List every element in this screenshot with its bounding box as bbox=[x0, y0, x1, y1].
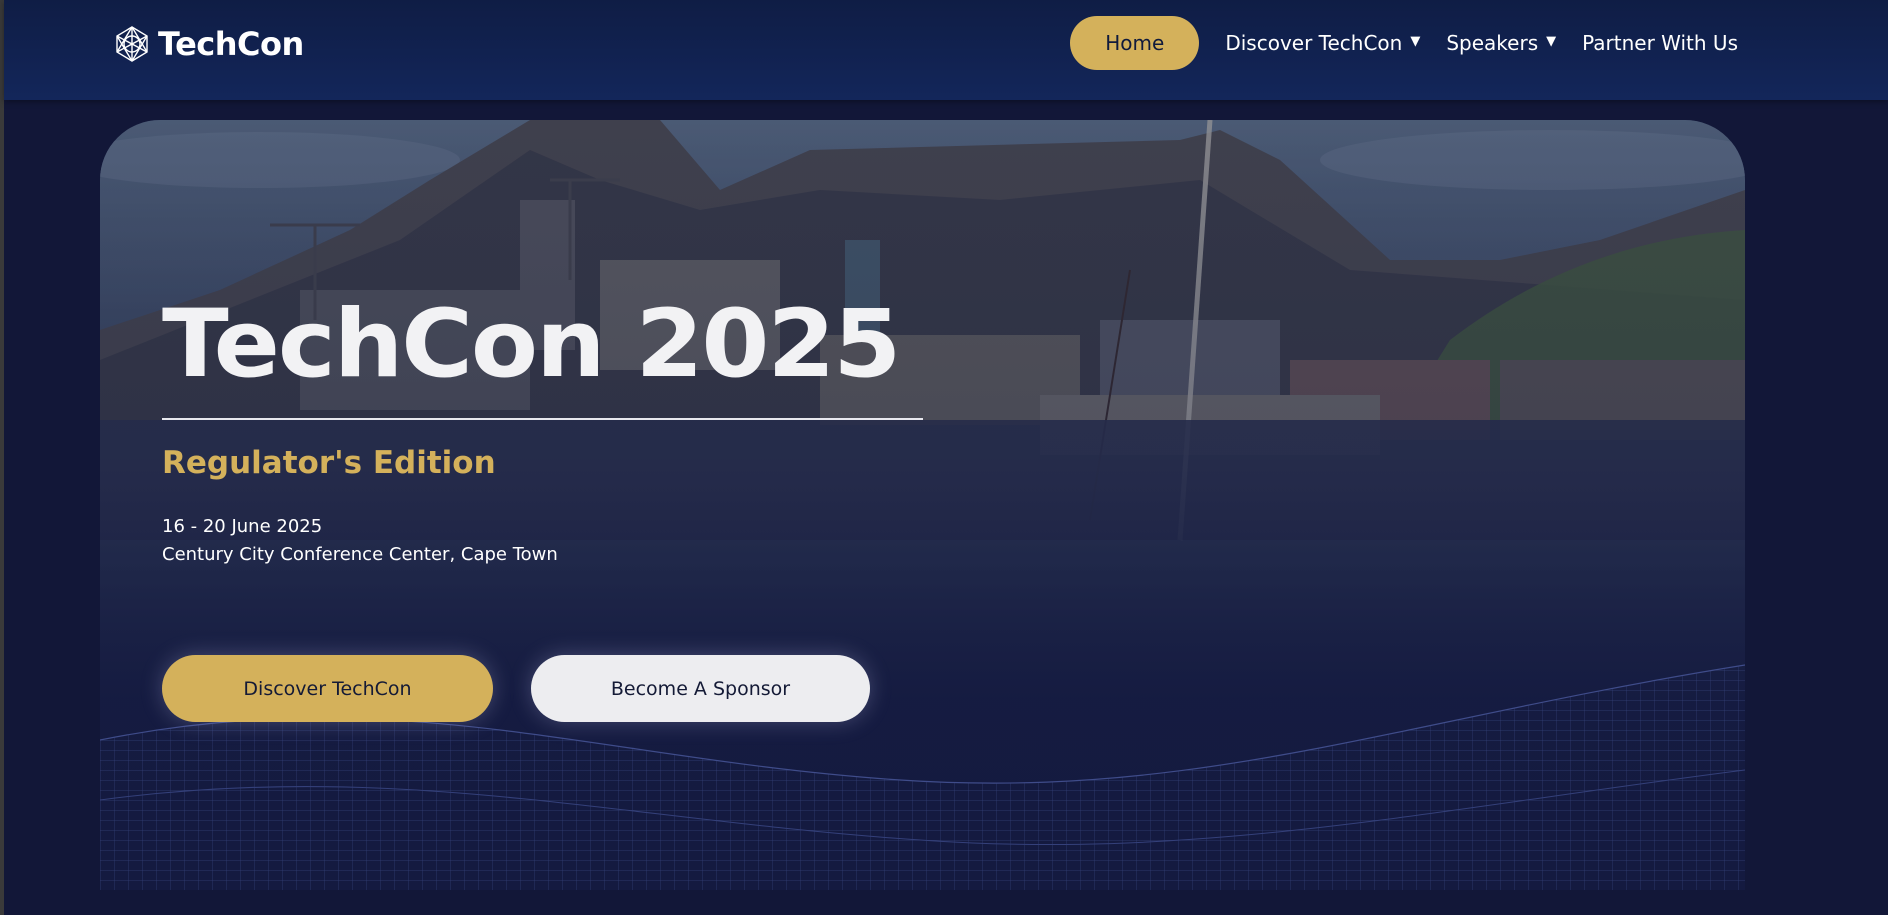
brand-name: TechCon bbox=[158, 25, 304, 63]
hero-title: TechCon 2025 bbox=[162, 290, 901, 399]
network-sphere-icon bbox=[116, 26, 148, 62]
nav-discover-label: Discover TechCon bbox=[1225, 31, 1403, 55]
caret-down-icon: ▼ bbox=[1410, 33, 1421, 49]
discover-techcon-button[interactable]: Discover TechCon bbox=[162, 655, 493, 722]
event-venue: Century City Conference Center, Cape Tow… bbox=[162, 544, 558, 565]
nav-discover-techcon[interactable]: Discover TechCon ▼ bbox=[1225, 31, 1420, 55]
become-a-sponsor-button[interactable]: Become A Sponsor bbox=[531, 655, 870, 722]
top-navigation-bar: TechCon Home Discover TechCon ▼ Speakers… bbox=[4, 0, 1888, 100]
caret-down-icon: ▼ bbox=[1546, 33, 1557, 49]
hero-subtitle: Regulator's Edition bbox=[162, 445, 496, 481]
hero-divider bbox=[162, 418, 923, 420]
hero-banner: TechCon 2025 Regulator's Edition 16 - 20… bbox=[100, 120, 1745, 890]
nav-speakers[interactable]: Speakers ▼ bbox=[1446, 31, 1556, 55]
main-nav: Home Discover TechCon ▼ Speakers ▼ Partn… bbox=[1070, 16, 1738, 70]
nav-partner-with-us[interactable]: Partner With Us bbox=[1582, 31, 1738, 55]
event-date: 16 - 20 June 2025 bbox=[162, 516, 323, 537]
brand-logo[interactable]: TechCon bbox=[112, 24, 304, 64]
nav-speakers-label: Speakers bbox=[1446, 31, 1539, 55]
nav-home-label: Home bbox=[1105, 31, 1165, 55]
nav-partner-label: Partner With Us bbox=[1582, 31, 1738, 55]
nav-home-button[interactable]: Home bbox=[1070, 16, 1200, 70]
hero-content: TechCon 2025 Regulator's Edition 16 - 20… bbox=[162, 120, 1062, 890]
page: TechCon Home Discover TechCon ▼ Speakers… bbox=[0, 0, 1888, 915]
